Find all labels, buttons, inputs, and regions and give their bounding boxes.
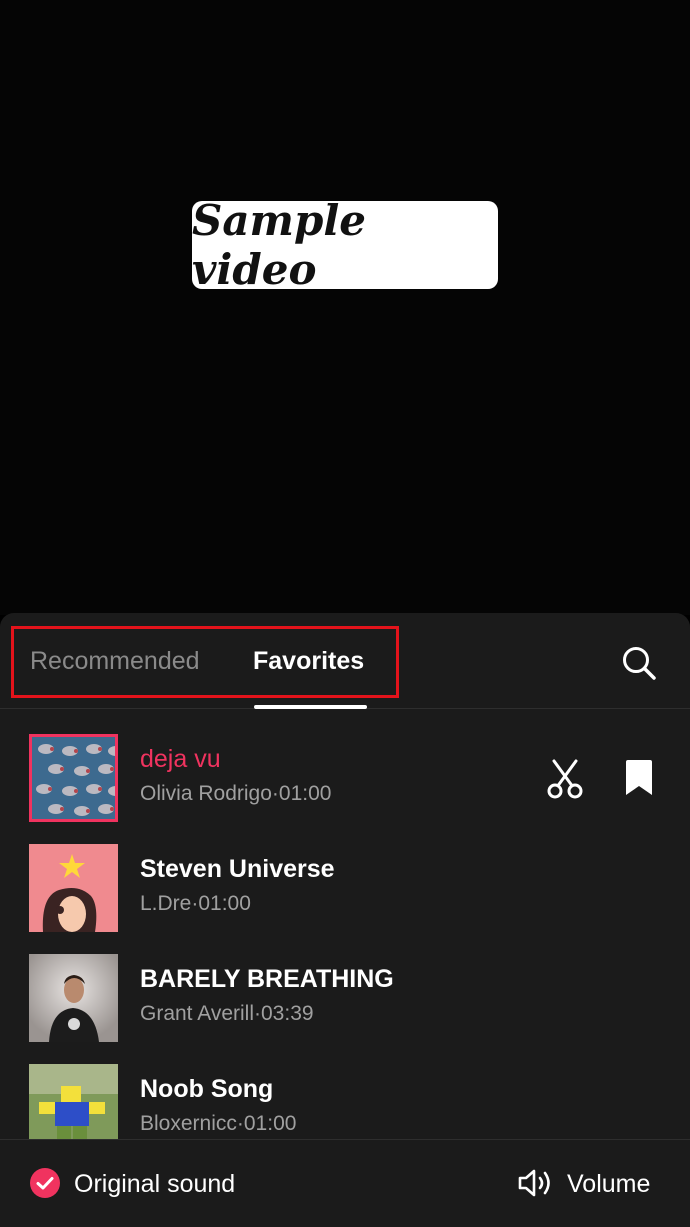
track-separator: · — [271, 782, 279, 805]
track-row[interactable]: Steven Universe L.Dre·01:00 — [0, 819, 690, 932]
video-preview: Sample video — [0, 0, 690, 615]
track-separator: · — [236, 1112, 244, 1135]
search-button[interactable] — [620, 644, 658, 682]
tab-recommended[interactable]: Recommended — [30, 646, 200, 676]
trim-button[interactable] — [546, 759, 584, 799]
album-art-noob-song — [29, 1064, 118, 1139]
track-duration: 03:39 — [261, 1002, 314, 1025]
track-meta: Bloxernicc·01:00 — [140, 1111, 296, 1137]
track-duration: 01:00 — [198, 892, 251, 915]
track-duration: 01:00 — [278, 782, 332, 805]
speaker-icon — [518, 1169, 550, 1197]
album-art-barely-breathing — [29, 954, 118, 1042]
bookmark-icon — [626, 760, 652, 795]
scissors-icon — [547, 759, 583, 799]
track-artist: L.Dre — [140, 892, 192, 915]
music-sheet: Recommended Favorites deja vu Olivia Rod… — [0, 613, 690, 1227]
video-caption-text: Sample video — [192, 196, 367, 294]
track-artist: Grant Averill — [140, 1002, 254, 1025]
track-list: deja vu Olivia Rodrigo·01:00 Steven Univ… — [0, 709, 690, 1139]
album-art-deja-vu — [29, 734, 118, 822]
track-artist: Bloxernicc — [140, 1112, 237, 1135]
track-title: BARELY BREATHING — [140, 965, 394, 993]
original-sound-label[interactable]: Original sound — [74, 1169, 235, 1199]
search-icon — [623, 647, 656, 680]
sound-footer: Original sound Volume — [0, 1139, 690, 1227]
track-duration: 01:00 — [243, 1112, 297, 1135]
track-row[interactable]: Noob Song Bloxernicc·01:00 — [0, 1039, 690, 1139]
tab-favorites[interactable]: Favorites — [253, 646, 364, 676]
favorite-button[interactable] — [624, 759, 654, 797]
track-title: Noob Song — [140, 1075, 274, 1103]
volume-button[interactable]: Volume — [515, 1162, 665, 1204]
original-sound-checkbox[interactable] — [30, 1168, 60, 1198]
track-separator: · — [254, 1002, 261, 1025]
album-art-steven-universe — [29, 844, 118, 932]
track-meta: Grant Averill·03:39 — [140, 1001, 314, 1027]
track-meta: L.Dre·01:00 — [140, 891, 251, 917]
track-title: Steven Universe — [140, 855, 335, 883]
track-row[interactable]: BARELY BREATHING Grant Averill·03:39 — [0, 929, 690, 1042]
track-meta: Olivia Rodrigo·01:00 — [140, 781, 331, 807]
video-caption-card: Sample video — [192, 196, 498, 294]
track-artist: Olivia Rodrigo — [140, 782, 272, 805]
track-row[interactable]: deja vu Olivia Rodrigo·01:00 — [0, 709, 690, 822]
checkmark-icon — [36, 1177, 54, 1190]
volume-label: Volume — [567, 1170, 651, 1198]
track-title: deja vu — [140, 745, 221, 773]
tabs-bar: Recommended Favorites — [0, 613, 690, 709]
